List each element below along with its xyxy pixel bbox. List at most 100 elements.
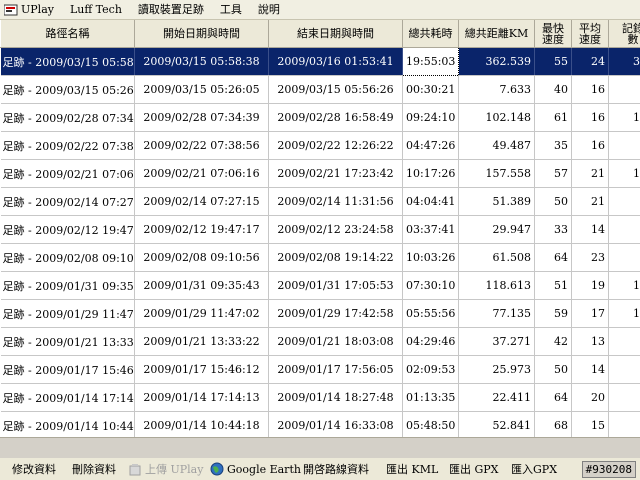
cell-distance[interactable]: 25.973	[458, 355, 535, 384]
cell-avg-speed[interactable]: 16	[571, 75, 609, 104]
cell-records[interactable]: 44	[608, 355, 640, 384]
header-distance[interactable]: 總共距離KM	[458, 20, 535, 48]
cell-max-speed[interactable]: 55	[534, 47, 572, 76]
cell-end-time[interactable]: 2009/03/16 01:53:41	[268, 47, 403, 76]
cell-track-name[interactable]: 足跡 - 2009/01/14 17:14:13	[0, 383, 135, 412]
table-row[interactable]: 足跡 - 2009/02/22 07:38:562009/02/22 07:38…	[0, 131, 640, 160]
cell-duration[interactable]: 07:30:10	[402, 271, 459, 300]
cell-duration[interactable]: 19:55:03	[402, 47, 459, 76]
cell-avg-speed[interactable]: 15	[571, 411, 609, 437]
cell-end-time[interactable]: 2009/01/21 18:03:08	[268, 327, 403, 356]
cell-start-time[interactable]: 2009/01/31 09:35:43	[134, 271, 269, 300]
cell-max-speed[interactable]: 40	[534, 75, 572, 104]
table-row[interactable]: 足跡 - 2009/02/08 09:10:562009/02/08 09:10…	[0, 243, 640, 272]
header-avg-speed[interactable]: 平均 速度	[571, 20, 609, 48]
cell-records[interactable]: 87	[608, 131, 640, 160]
header-end-time[interactable]: 結束日期與時間	[268, 20, 403, 48]
cell-records[interactable]: 155	[608, 103, 640, 132]
cell-distance[interactable]: 61.508	[458, 243, 535, 272]
cell-start-time[interactable]: 2009/01/14 10:44:18	[134, 411, 269, 437]
import-gpx-button[interactable]: 匯入GPX	[511, 458, 557, 480]
cell-avg-speed[interactable]: 23	[571, 243, 609, 272]
cell-duration[interactable]: 04:47:26	[402, 131, 459, 160]
cell-records[interactable]: 105	[608, 299, 640, 328]
cell-start-time[interactable]: 2009/02/12 19:47:17	[134, 215, 269, 244]
cell-track-name[interactable]: 足跡 - 2009/01/21 13:33:22	[0, 327, 135, 356]
cell-start-time[interactable]: 2009/02/21 07:06:16	[134, 159, 269, 188]
cell-track-name[interactable]: 足跡 - 2009/02/08 09:10:56	[0, 243, 135, 272]
header-track-name[interactable]: 路徑名稱	[0, 20, 135, 48]
cell-distance[interactable]: 52.841	[458, 411, 535, 437]
table-row[interactable]: 足跡 - 2009/01/31 09:35:432009/01/31 09:35…	[0, 271, 640, 300]
cell-track-name[interactable]: 足跡 - 2009/02/22 07:38:56	[0, 131, 135, 160]
table-row[interactable]: 足跡 - 2009/02/12 19:47:172009/02/12 19:47…	[0, 215, 640, 244]
cell-end-time[interactable]: 2009/01/14 18:27:48	[268, 383, 403, 412]
cell-track-name[interactable]: 足跡 - 2009/01/29 11:47:02	[0, 299, 135, 328]
table-row[interactable]: 足跡 - 2009/02/21 07:06:162009/02/21 07:06…	[0, 159, 640, 188]
cell-track-name[interactable]: 足跡 - 2009/01/31 09:35:43	[0, 271, 135, 300]
cell-duration[interactable]: 00:30:21	[402, 75, 459, 104]
open-route-button[interactable]: 開啓路線資料	[303, 458, 369, 480]
header-duration[interactable]: 總共耗時	[402, 20, 459, 48]
header-max-speed[interactable]: 最快 速度	[534, 20, 572, 48]
cell-track-name[interactable]: 足跡 - 2009/02/14 07:27:15	[0, 187, 135, 216]
cell-start-time[interactable]: 2009/02/08 09:10:56	[134, 243, 269, 272]
table-row[interactable]: 足跡 - 2009/01/14 10:44:182009/01/14 10:44…	[0, 411, 640, 437]
cell-records[interactable]: 11	[608, 75, 640, 104]
cell-start-time[interactable]: 2009/02/28 07:34:39	[134, 103, 269, 132]
cell-records[interactable]: 52	[608, 215, 640, 244]
cell-distance[interactable]: 102.148	[458, 103, 535, 132]
cell-max-speed[interactable]: 59	[534, 299, 572, 328]
cell-track-name[interactable]: 足跡 - 2009/02/12 19:47:17	[0, 215, 135, 244]
table-row[interactable]: 足跡 - 2009/02/14 07:27:152009/02/14 07:27…	[0, 187, 640, 216]
cell-end-time[interactable]: 2009/01/17 17:56:05	[268, 355, 403, 384]
export-gpx-button[interactable]: 匯出 GPX	[449, 458, 499, 480]
cell-avg-speed[interactable]: 17	[571, 299, 609, 328]
cell-start-time[interactable]: 2009/01/17 15:46:12	[134, 355, 269, 384]
menu-uplay[interactable]: UPlay	[21, 0, 62, 19]
cell-start-time[interactable]: 2009/01/14 17:14:13	[134, 383, 269, 412]
table-row[interactable]: 足跡 - 2009/03/15 05:58:382009/03/15 05:58…	[0, 47, 640, 76]
cell-records[interactable]: 66	[608, 243, 640, 272]
cell-distance[interactable]: 51.389	[458, 187, 535, 216]
cell-distance[interactable]: 77.135	[458, 299, 535, 328]
cell-start-time[interactable]: 2009/01/29 11:47:02	[134, 299, 269, 328]
cell-avg-speed[interactable]: 24	[571, 47, 609, 76]
cell-start-time[interactable]: 2009/01/21 13:33:22	[134, 327, 269, 356]
cell-duration[interactable]: 05:55:56	[402, 299, 459, 328]
edit-data-button[interactable]: 修改資料	[12, 458, 56, 480]
export-kml-button[interactable]: 匯出 KML	[386, 458, 438, 480]
cell-avg-speed[interactable]: 14	[571, 215, 609, 244]
menu-tools[interactable]: 工具	[212, 0, 250, 19]
google-earth-button[interactable]: Google Earth	[210, 458, 301, 480]
cell-max-speed[interactable]: 57	[534, 159, 572, 188]
cell-track-name[interactable]: 足跡 - 2009/01/14 10:44:18	[0, 411, 135, 437]
cell-end-time[interactable]: 2009/02/08 19:14:22	[268, 243, 403, 272]
cell-avg-speed[interactable]: 21	[571, 187, 609, 216]
cell-avg-speed[interactable]: 13	[571, 327, 609, 356]
cell-max-speed[interactable]: 50	[534, 187, 572, 216]
cell-avg-speed[interactable]: 21	[571, 159, 609, 188]
cell-max-speed[interactable]: 33	[534, 215, 572, 244]
cell-end-time[interactable]: 2009/01/31 17:05:53	[268, 271, 403, 300]
cell-end-time[interactable]: 2009/01/14 16:33:08	[268, 411, 403, 437]
cell-track-name[interactable]: 足跡 - 2009/03/15 05:26:05	[0, 75, 135, 104]
cell-end-time[interactable]: 2009/02/21 17:23:42	[268, 159, 403, 188]
cell-start-time[interactable]: 2009/02/22 07:38:56	[134, 131, 269, 160]
menu-help[interactable]: 說明	[250, 0, 288, 19]
cell-end-time[interactable]: 2009/02/22 12:26:22	[268, 131, 403, 160]
cell-duration[interactable]: 03:37:41	[402, 215, 459, 244]
cell-end-time[interactable]: 2009/02/12 23:24:58	[268, 215, 403, 244]
cell-records[interactable]: 160	[608, 271, 640, 300]
cell-duration[interactable]: 09:24:10	[402, 103, 459, 132]
cell-track-name[interactable]: 足跡 - 2009/02/28 07:34:39	[0, 103, 135, 132]
table-row[interactable]: 足跡 - 2009/01/29 11:47:022009/01/29 11:47…	[0, 299, 640, 328]
cell-duration[interactable]: 10:03:26	[402, 243, 459, 272]
cell-max-speed[interactable]: 64	[534, 383, 572, 412]
menu-luff-tech[interactable]: Luff Tech	[62, 0, 130, 19]
cell-max-speed[interactable]: 50	[534, 355, 572, 384]
cell-max-speed[interactable]: 35	[534, 131, 572, 160]
cell-duration[interactable]: 02:09:53	[402, 355, 459, 384]
cell-max-speed[interactable]: 64	[534, 243, 572, 272]
cell-track-name[interactable]: 足跡 - 2009/01/17 15:46:12	[0, 355, 135, 384]
